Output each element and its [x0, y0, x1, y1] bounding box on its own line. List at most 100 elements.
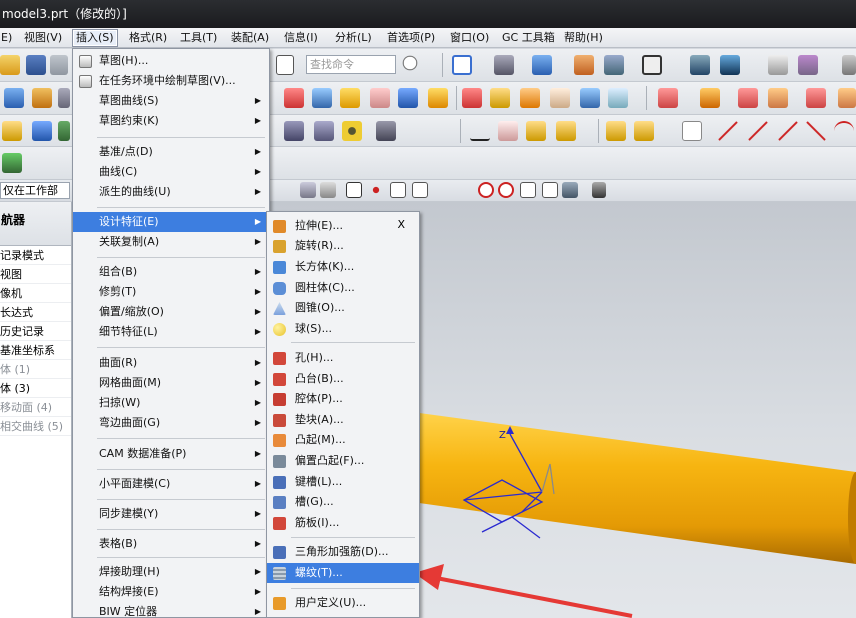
color-box-icon[interactable]	[642, 55, 662, 75]
snap-mid-icon[interactable]	[390, 182, 406, 198]
select-body-icon[interactable]	[300, 182, 316, 198]
revolve-tool-icon[interactable]	[312, 88, 332, 108]
render-style-icon[interactable]	[494, 55, 514, 75]
chain-icon[interactable]	[682, 121, 702, 141]
menu-item-sync-modeling[interactable]: 同步建模(Y) ▶	[73, 504, 269, 524]
save-icon[interactable]	[26, 55, 46, 75]
menu-item-block[interactable]: 长方体(K)...	[267, 257, 419, 277]
ring-icon[interactable]	[342, 121, 362, 141]
menu-preferences[interactable]: 首选项(P)	[384, 30, 438, 46]
menu-item-surface[interactable]: 曲面(R) ▶	[73, 353, 269, 373]
menu-item-rib[interactable]: 筋板(I)...	[267, 513, 419, 533]
menu-item-hole[interactable]: 孔(H)...	[267, 348, 419, 368]
menu-info[interactable]: 信息(I)	[281, 30, 321, 46]
offset-face-icon[interactable]	[658, 88, 678, 108]
navigator-row[interactable]: 像机	[0, 284, 71, 303]
menu-item-groove[interactable]: 槽(G)...	[267, 492, 419, 512]
command-finder-icon[interactable]	[276, 55, 294, 75]
edge-blend-icon[interactable]	[462, 88, 482, 108]
menu-item-derived-curve[interactable]: 派生的曲线(U) ▶	[73, 182, 269, 202]
snap-curve-icon[interactable]	[434, 182, 450, 198]
navigator-row[interactable]: 体 (3)	[0, 379, 71, 398]
block-tool-icon[interactable]	[4, 88, 24, 108]
navigator-row[interactable]: 相交曲线 (5)	[0, 417, 71, 436]
snap-face-icon[interactable]	[562, 182, 578, 198]
menu-item-sketch-curve[interactable]: 草图曲线(S) ▶	[73, 91, 269, 111]
cylinder-body[interactable]	[412, 412, 856, 564]
shell-icon[interactable]	[550, 88, 570, 108]
triangle-icon[interactable]	[470, 121, 490, 141]
menu-item-boss[interactable]: 凸台(B)...	[267, 369, 419, 389]
menu-item-design-feature[interactable]: 设计特征(E) ▶	[73, 212, 269, 232]
menu-window[interactable]: 窗口(O)	[447, 30, 492, 46]
unite-tool-icon[interactable]	[398, 88, 418, 108]
navigator-row[interactable]: 长达式	[0, 303, 71, 322]
menu-item-trim[interactable]: 修剪(T) ▶	[73, 282, 269, 302]
menu-item-cam-data[interactable]: CAM 数据准备(P) ▶	[73, 444, 269, 464]
menu-item-extrude[interactable]: 拉伸(E)...	[267, 216, 419, 236]
snap-tangent-icon[interactable]	[456, 182, 472, 198]
menu-item-sphere[interactable]: 球(S)...	[267, 319, 419, 339]
menu-insert[interactable]: 插入(S)	[72, 29, 118, 47]
more-icon[interactable]	[842, 55, 856, 75]
angle-line-icon[interactable]	[748, 121, 768, 141]
wcs-icon[interactable]	[2, 153, 22, 173]
menu-help[interactable]: 帮助(H)	[561, 30, 606, 46]
layer-icon[interactable]	[574, 55, 594, 75]
cube-view-icon[interactable]	[532, 55, 552, 75]
menu-item-dart[interactable]: 三角形加强筋(D)...	[267, 542, 419, 562]
pad-tool-icon[interactable]	[32, 88, 52, 108]
menu-tools[interactable]: 工具(T)	[177, 30, 220, 46]
menu-item-sweep[interactable]: 扫掠(W) ▶	[73, 393, 269, 413]
menu-gc-toolbox[interactable]: GC 工具箱	[499, 30, 558, 46]
extrude-tool-icon[interactable]	[340, 88, 360, 108]
select-face-icon[interactable]	[320, 182, 336, 198]
cut-icon[interactable]	[50, 55, 68, 75]
arc-icon[interactable]	[834, 121, 854, 141]
menu-item-facet-modeling[interactable]: 小平面建模(C) ▶	[73, 474, 269, 494]
fit-view-icon[interactable]	[452, 55, 472, 75]
menu-item-weld-assistant[interactable]: 焊接助理(H) ▶	[73, 562, 269, 582]
menu-item-slot[interactable]: 键槽(L)...	[267, 472, 419, 492]
open-icon[interactable]	[0, 55, 20, 75]
menu-item-offset-emboss[interactable]: 偏置凸起(F)...	[267, 451, 419, 471]
menu-item-combine[interactable]: 组合(B) ▶	[73, 262, 269, 282]
gear-group-icon[interactable]	[556, 121, 576, 141]
menu-item-detail-feature[interactable]: 细节特征(L) ▶	[73, 322, 269, 342]
pattern-face-icon[interactable]	[838, 88, 856, 108]
datum-tool-icon[interactable]	[32, 121, 52, 141]
navigator-row[interactable]: 基准坐标系	[0, 341, 71, 360]
navigator-row[interactable]: 历史记录	[0, 322, 71, 341]
cross-line-icon[interactable]	[806, 121, 826, 141]
table-note-icon[interactable]	[498, 121, 518, 141]
menu-format[interactable]: 格式(R)	[126, 30, 170, 46]
navigator-row[interactable]: 移动面 (4)	[0, 398, 71, 417]
menu-item-revolve[interactable]: 旋转(R)...	[267, 236, 419, 256]
navigator-row[interactable]: 视图	[0, 265, 71, 284]
tools-icon[interactable]	[376, 121, 396, 141]
component-icon[interactable]	[634, 121, 654, 141]
menu-item-biw-locator[interactable]: BIW 定位器 ▶	[73, 602, 269, 618]
selection-icon[interactable]	[690, 55, 710, 75]
assembly-icon[interactable]	[606, 121, 626, 141]
menu-item-task-sketch[interactable]: 在任务环境中绘制草图(V)...	[73, 71, 269, 91]
line-icon[interactable]	[718, 121, 738, 141]
snap-existing-icon[interactable]	[542, 182, 558, 198]
mirror-icon[interactable]	[580, 88, 600, 108]
hole-tool-icon[interactable]	[58, 88, 70, 108]
draft-icon[interactable]	[520, 88, 540, 108]
menu-item-flange-surface[interactable]: 弯边曲面(G) ▶	[73, 413, 269, 433]
move-face-icon[interactable]	[700, 88, 720, 108]
point-tool-icon[interactable]	[58, 121, 70, 141]
display-icon[interactable]	[604, 55, 624, 75]
menu-item-datum-point[interactable]: 基准/点(D) ▶	[73, 142, 269, 162]
menu-view[interactable]: 视图(V)	[21, 30, 65, 46]
delete-face-icon[interactable]	[738, 88, 758, 108]
menu-edit[interactable]: E)	[0, 30, 15, 46]
snap-center-icon[interactable]	[478, 182, 494, 198]
snap-end-icon[interactable]	[368, 182, 384, 198]
search-icon[interactable]	[402, 55, 422, 75]
sweep-tool-icon[interactable]	[370, 88, 390, 108]
menu-item-cylinder[interactable]: 圆柱体(C)...	[267, 278, 419, 298]
menu-item-thread[interactable]: 螺纹(T)...	[267, 563, 419, 583]
